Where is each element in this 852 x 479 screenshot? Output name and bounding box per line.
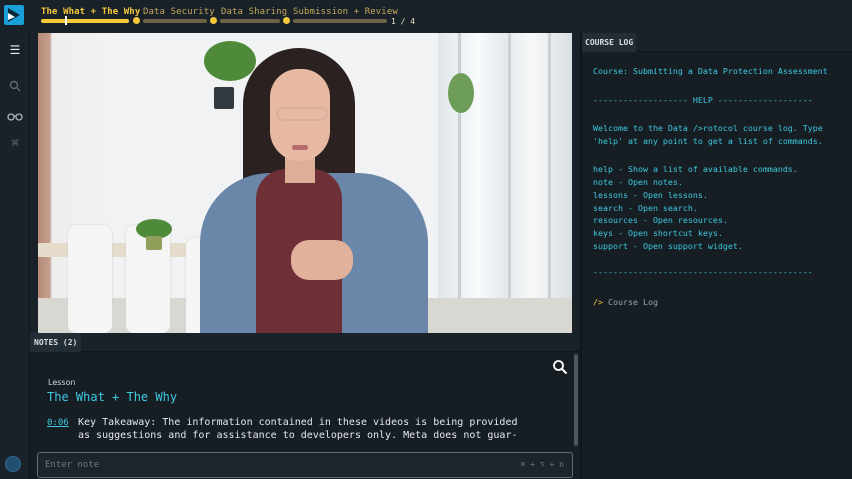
notes-scrollbar[interactable] xyxy=(574,354,578,446)
tab-dot-2 xyxy=(210,17,217,24)
search-icon[interactable] xyxy=(6,77,24,95)
command-icon[interactable]: ⌘ xyxy=(6,134,24,152)
video-plant xyxy=(204,41,256,81)
video-person-hands xyxy=(291,240,353,280)
command-note: note - Open notes. xyxy=(593,177,683,187)
tab-progress-4 xyxy=(293,19,387,23)
note-shortcut-hint: ⌘ + ⌥ + n xyxy=(520,460,564,469)
command-lessons: lessons - Open lessons. xyxy=(593,190,708,200)
notes-lesson-title: The What + The Why xyxy=(47,390,178,404)
course-log-prompt[interactable]: /> Course Log xyxy=(593,297,658,307)
glasses-icon[interactable] xyxy=(6,107,24,125)
lesson-counter: 1 / 4 xyxy=(391,17,416,26)
course-log-header: COURSE LOG xyxy=(582,33,852,52)
course-log-tab[interactable]: COURSE LOG xyxy=(582,33,637,52)
end-divider: ----------------------------------------… xyxy=(593,267,813,277)
note-text: Key Takeaway: The information contained … xyxy=(78,416,518,442)
command-help: help - Show a list of available commands… xyxy=(593,164,798,174)
welcome-line: Welcome to the Data />rotocol course log… xyxy=(593,123,823,133)
lesson-video[interactable] xyxy=(38,33,572,333)
logo-icon[interactable] xyxy=(4,5,24,25)
left-rail: ☰ ⌘ xyxy=(0,33,30,479)
video-pot xyxy=(146,236,162,250)
command-support: support - Open support widget. xyxy=(593,241,743,251)
list-icon[interactable]: ☰ xyxy=(6,41,24,59)
video-pot xyxy=(214,87,234,109)
prompt-text: Course Log xyxy=(608,297,658,307)
notes-panel: Lesson The What + The Why 0:06 Key Takea… xyxy=(30,352,580,479)
tab-submission-review[interactable]: Submission + Review xyxy=(293,6,398,18)
video-chair xyxy=(68,225,112,333)
tab-progress-1 xyxy=(41,19,129,23)
notes-kind-label: Lesson xyxy=(48,378,76,387)
video-frame-line xyxy=(508,33,511,333)
video-plant xyxy=(448,73,474,113)
prompt-symbol: /> xyxy=(593,297,603,307)
command-search: search - Open search. xyxy=(593,203,698,213)
course-log-panel: Course: Submitting a Data Protection Ass… xyxy=(582,52,852,479)
tab-data-sharing[interactable]: Data Sharing xyxy=(221,6,287,18)
video-person-glasses xyxy=(276,107,328,121)
video-frame-line xyxy=(548,33,551,333)
notes-search-icon[interactable] xyxy=(552,359,568,375)
notes-tab[interactable]: NOTES (2) xyxy=(30,333,82,352)
welcome-line: 'help' at any point to get a list of com… xyxy=(593,136,823,146)
tab-data-security[interactable]: Data Security xyxy=(143,6,215,18)
notes-header: NOTES (2) xyxy=(30,333,580,352)
note-input[interactable] xyxy=(45,456,465,474)
note-text-line: Key Takeaway: The information contained … xyxy=(78,417,518,428)
help-icon[interactable] xyxy=(5,456,21,472)
tab-dot-3 xyxy=(283,17,290,24)
note-text-line: as suggestions and for assistance to dev… xyxy=(78,430,518,441)
video-person-mouth xyxy=(292,145,308,150)
note-timestamp-link[interactable]: 0:06 xyxy=(47,418,69,428)
top-bar: The What + The Why Data Security Data Sh… xyxy=(0,0,852,33)
tab-dot-1 xyxy=(133,17,140,24)
progress-marker xyxy=(65,16,67,25)
tab-progress-2 xyxy=(143,19,207,23)
tab-progress-3 xyxy=(220,19,280,23)
help-divider: ------------------- HELP ---------------… xyxy=(593,95,813,105)
note-input-box[interactable]: ⌘ + ⌥ + n xyxy=(37,452,573,478)
command-keys: keys - Open shortcut keys. xyxy=(593,228,723,238)
command-resources: resources - Open resources. xyxy=(593,215,728,225)
tab-the-what-the-why[interactable]: The What + The Why xyxy=(41,6,140,18)
course-title: Course: Submitting a Data Protection Ass… xyxy=(593,66,828,76)
